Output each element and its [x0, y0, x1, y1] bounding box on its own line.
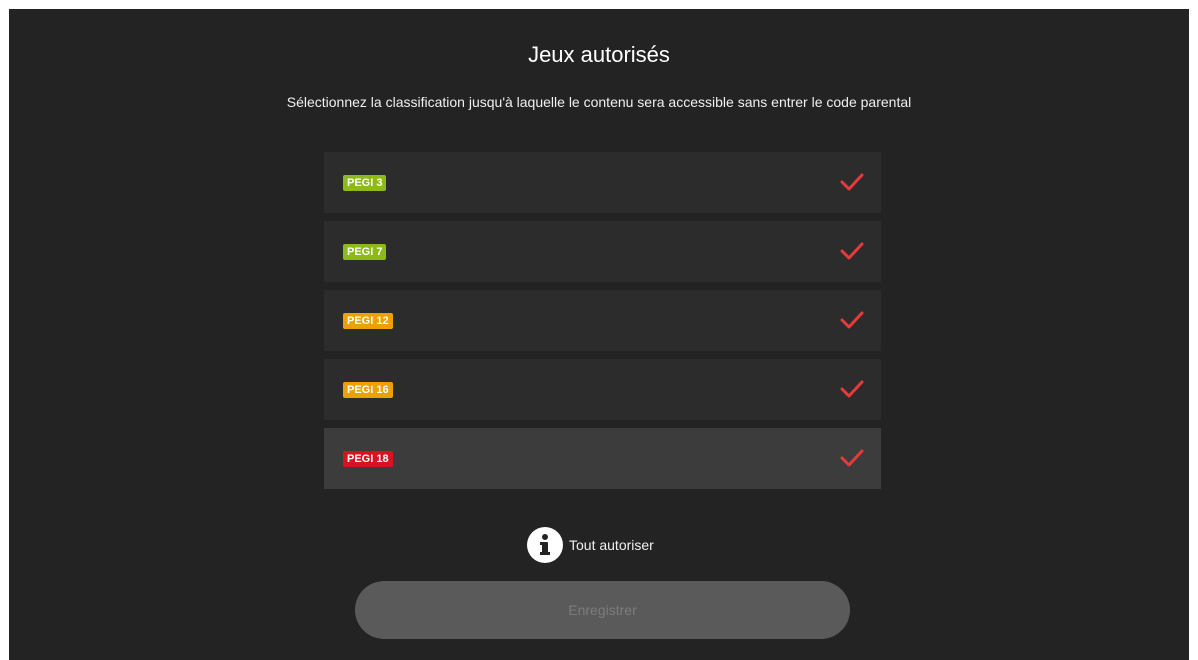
- rating-row-pegi-12[interactable]: PEGI 12: [324, 290, 881, 351]
- checkmark-icon: [840, 242, 864, 260]
- pegi-7-badge: PEGI 7: [343, 244, 387, 260]
- checkmark-icon: [840, 311, 864, 329]
- page-title: Jeux autorisés: [528, 42, 670, 67]
- parental-games-screen: Jeux autorisés Sélectionnez la classific…: [9, 9, 1189, 660]
- allow-all-toggle[interactable]: Tout autoriser: [527, 527, 654, 563]
- pegi-3-badge: PEGI 3: [343, 175, 387, 191]
- rating-row-pegi-18[interactable]: PEGI 18: [324, 428, 881, 489]
- allow-all-label: Tout autoriser: [569, 537, 654, 553]
- rating-row-pegi-7[interactable]: PEGI 7: [324, 221, 881, 282]
- page-subtitle: Sélectionnez la classification jusqu'à l…: [286, 94, 912, 110]
- checkmark-icon: [840, 449, 864, 467]
- pegi-18-badge: PEGI 18: [343, 451, 393, 467]
- pegi-16-badge: PEGI 16: [343, 382, 393, 398]
- rating-list: PEGI 3 PEGI 7 PEGI 12 PEGI 16 PEGI 18: [324, 152, 881, 497]
- save-button[interactable]: Enregistrer: [355, 581, 850, 639]
- rating-row-pegi-3[interactable]: PEGI 3: [324, 152, 881, 213]
- checkmark-icon: [840, 173, 864, 191]
- pegi-12-badge: PEGI 12: [343, 313, 393, 329]
- rating-row-pegi-16[interactable]: PEGI 16: [324, 359, 881, 420]
- checkmark-icon: [840, 380, 864, 398]
- info-icon: [527, 527, 563, 563]
